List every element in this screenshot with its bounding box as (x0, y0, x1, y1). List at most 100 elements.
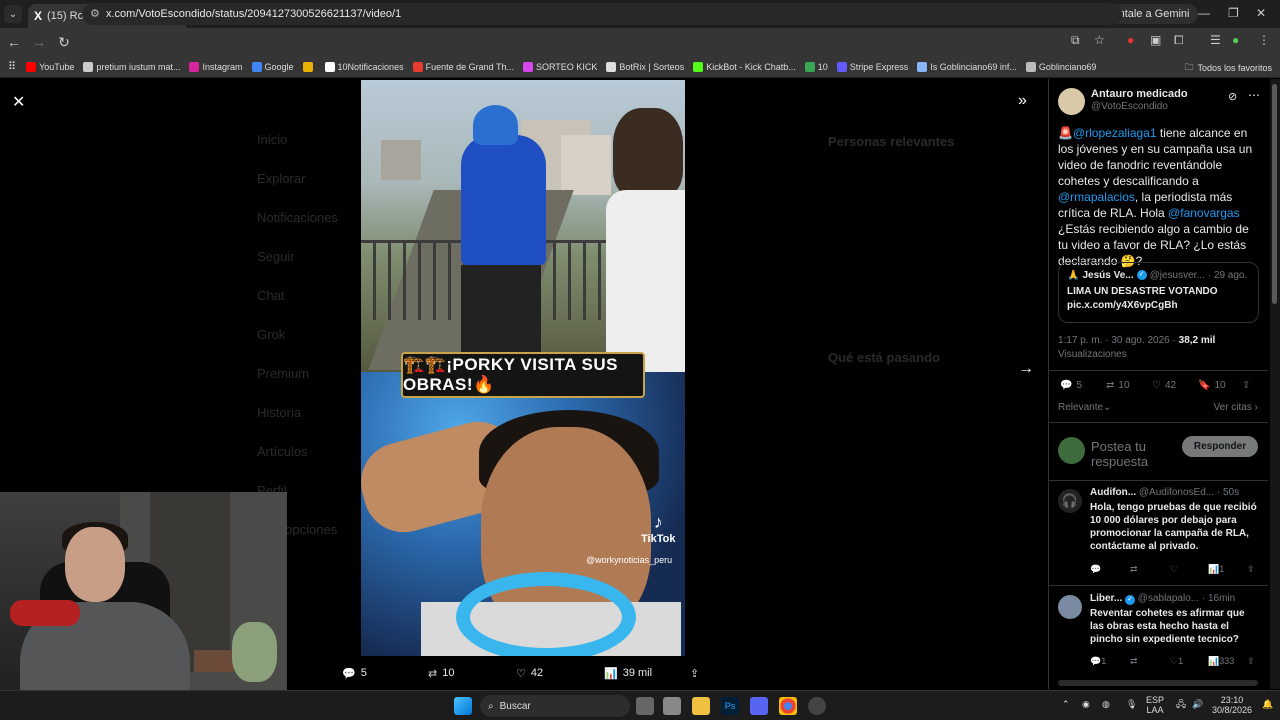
heart-icon[interactable]: ♡ (1170, 564, 1178, 575)
reply-button[interactable]: Responder (1182, 436, 1258, 457)
stat-reposts[interactable]: ⇄ 10 (1106, 380, 1130, 391)
author-avatar[interactable] (1058, 88, 1085, 115)
reply-author-name[interactable]: Audifon... (1090, 487, 1136, 498)
scrollbar-thumb[interactable] (1272, 84, 1277, 304)
extension-icon[interactable]: ● (1127, 33, 1134, 47)
app-icon[interactable] (663, 697, 681, 715)
notifications-icon[interactable]: 🔔 (1262, 699, 1273, 709)
share-icon[interactable]: ⇪ (1247, 656, 1255, 667)
reply-action[interactable]: 💬 5 (342, 667, 367, 680)
file-explorer-icon[interactable] (692, 697, 710, 715)
bookmark-item[interactable]: Fuente de Grand Th... (412, 61, 514, 72)
tweet-author[interactable]: Antauro medicado @VotoEscondido (1058, 88, 1188, 115)
bookmark-item[interactable]: Goblinciano69 (1025, 61, 1096, 72)
stat-share[interactable]: ⇪ (1242, 380, 1250, 391)
minimize-button[interactable]: — (1198, 6, 1210, 20)
bookmark-item[interactable] (302, 61, 316, 72)
heart-icon[interactable]: ♡ 1 (1170, 656, 1183, 667)
profile-avatar[interactable]: ● (1232, 33, 1239, 47)
all-bookmarks-button[interactable]: 🗀 Todos los favoritos (1184, 60, 1272, 76)
site-info-icon[interactable]: ⚙ (90, 7, 100, 20)
back-icon[interactable]: ← (3, 34, 25, 50)
stat-replies[interactable]: 💬 5 (1060, 380, 1082, 391)
taskbar-search[interactable]: ⌕ Buscar (480, 695, 630, 717)
bookmark-item[interactable]: 10 (804, 61, 828, 72)
reply-avatar[interactable] (1058, 595, 1082, 619)
bookmark-item[interactable]: Is Goblinciano69 inf... (917, 61, 1017, 72)
reply-input[interactable]: Postea tu respuesta (1091, 439, 1181, 469)
reply-icon[interactable]: 💬 1 (1090, 656, 1106, 667)
views-icon[interactable]: 📊 333 (1208, 656, 1234, 667)
bookmark-item[interactable]: Stripe Express (836, 61, 908, 72)
reply-item[interactable]: 🎧 Audifon... @AudifonosEd... · 50s Hola,… (1058, 487, 1260, 582)
menu-icon[interactable]: ⋮ (1258, 33, 1270, 47)
more-options-icon[interactable]: ⋯ (1248, 88, 1260, 102)
grok-icon[interactable]: ⊘ (1228, 90, 1237, 103)
discord-icon[interactable] (750, 697, 768, 715)
bookmark-item[interactable]: SORTEO KICK (522, 61, 597, 72)
headphones-icon[interactable]: 🎧 (1058, 489, 1082, 513)
tray-app-icon-2[interactable]: ◍ (1102, 699, 1110, 709)
reply-author-name[interactable]: Liber... (1090, 593, 1122, 604)
collapse-sidebar-button[interactable]: » (1018, 92, 1027, 110)
photoshop-icon[interactable]: Ps (721, 697, 739, 715)
stat-bookmarks[interactable]: 🔖 10 (1198, 380, 1226, 391)
repost-action[interactable]: ⇄ 10 (428, 667, 454, 680)
bookmark-item[interactable]: YouTube (26, 61, 74, 72)
horizontal-scrollbar[interactable] (1058, 680, 1258, 686)
chrome-icon[interactable] (779, 697, 797, 715)
tweet-timestamp[interactable]: 1:17 p. m. · 30 ago. 2026 · (1058, 335, 1179, 346)
share-action[interactable]: ⇪ (690, 667, 699, 680)
author-handle[interactable]: @VotoEscondido (1091, 101, 1188, 112)
task-view-icon[interactable] (636, 697, 654, 715)
bookmark-item[interactable]: BotRix | Sorteos (606, 61, 684, 72)
like-action[interactable]: ♡ 42 (516, 667, 543, 680)
reading-list-icon[interactable]: ☰ (1210, 33, 1221, 47)
close-window-button[interactable]: ✕ (1256, 6, 1266, 20)
apps-grid-icon[interactable]: ⠿ (8, 60, 16, 73)
bookmark-star-icon[interactable]: ☆ (1094, 33, 1105, 47)
sort-dropdown[interactable]: Relevante⌄ (1058, 402, 1111, 413)
forward-icon[interactable]: → (28, 34, 50, 50)
reply-icon[interactable]: 💬 (1090, 564, 1101, 575)
start-icon[interactable] (454, 697, 472, 715)
clock[interactable]: 23:10 30/8/2026 (1212, 695, 1252, 715)
mention-link[interactable]: @fanovargas (1168, 206, 1240, 220)
app-icon-2[interactable] (808, 697, 826, 715)
repost-icon[interactable]: ⇄ (1130, 564, 1138, 575)
views-icon[interactable]: 📊 1 (1208, 564, 1224, 575)
stat-likes-count: 42 (1164, 380, 1177, 391)
tab-search-button[interactable]: ⌄ (4, 5, 22, 23)
share-icon[interactable]: ⇪ (1247, 564, 1255, 575)
reload-icon[interactable]: ↻ (53, 34, 75, 51)
bookmark-item[interactable]: Instagram (189, 61, 243, 72)
repost-icon[interactable]: ⇄ (1130, 656, 1138, 667)
video-player[interactable]: ♪ TikTok @workynoticias_peru 🏗️🏗️¡PORKY … (361, 80, 685, 656)
close-media-button[interactable]: ✕ (12, 92, 25, 112)
quoted-tweet[interactable]: 🙏 Jesús Ve... ✓ @jesusver... · 29 ago. L… (1058, 262, 1259, 323)
bookmark-item[interactable]: Google (251, 61, 294, 72)
restore-button[interactable]: ❐ (1228, 6, 1239, 20)
bookmark-item[interactable]: pretium iustum mat... (83, 61, 180, 72)
network-icon[interactable]: 🖧 (1176, 699, 1186, 709)
stat-likes[interactable]: ♡ 42 (1152, 380, 1176, 391)
extension-icon-2[interactable]: ▣ (1150, 33, 1161, 47)
views-action[interactable]: 📊 39 mil (604, 667, 652, 680)
bookmark-item[interactable]: 10Notificaciones (324, 61, 404, 72)
bookmark-item[interactable]: KickBot - Kick Chatb... (693, 61, 796, 72)
mention-link[interactable]: @rmapalacios (1058, 190, 1135, 204)
extensions-puzzle-icon[interactable]: ⧠ (1174, 33, 1184, 48)
heart-icon: ♡ (516, 667, 526, 680)
mention-link[interactable]: @rlopezaliaga1 (1073, 126, 1157, 140)
next-media-button[interactable]: → (1018, 360, 1034, 378)
tray-app-icon[interactable]: ◉ (1082, 699, 1090, 709)
language-indicator[interactable]: ESP LAA (1146, 695, 1164, 715)
author-name[interactable]: Antauro medicado (1091, 88, 1188, 100)
address-bar[interactable]: ⚙ x.com/VotoEscondido/status/20941273005… (82, 3, 1122, 25)
cast-icon[interactable]: ⧉ (1071, 33, 1080, 48)
reply-item[interactable]: Liber... ✓ @sablapalo... · 16min Reventa… (1058, 593, 1260, 673)
tray-chevron-icon[interactable]: ⌃ (1062, 699, 1070, 709)
microphone-icon[interactable]: 🎙 (1126, 699, 1137, 709)
see-quotes-link[interactable]: Ver citas › (1214, 402, 1258, 413)
volume-icon[interactable]: 🔊 (1192, 699, 1203, 709)
